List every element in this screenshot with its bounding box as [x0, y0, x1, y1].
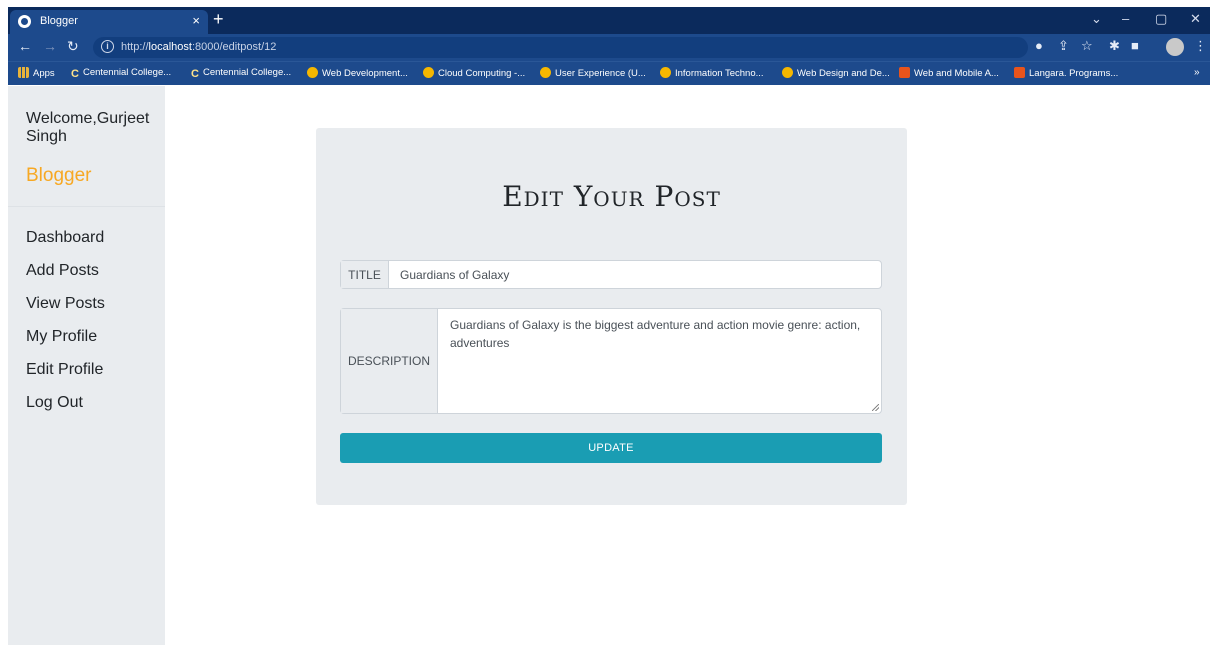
tab-strip: Blogger × + ⌄ – ▢ ✕ [8, 7, 1210, 34]
brand-link[interactable]: Blogger [26, 165, 92, 187]
profile-avatar-icon[interactable] [1166, 38, 1184, 56]
langara-icon [899, 67, 910, 78]
url-host: localhost [148, 41, 192, 53]
title-label: TITLE [341, 261, 389, 288]
site-info-icon[interactable]: i [101, 40, 114, 53]
browser-tab[interactable]: Blogger × [10, 10, 208, 34]
centennial-icon: C [191, 68, 199, 80]
d2l-icon [307, 67, 318, 78]
back-icon[interactable]: ← [18, 38, 32, 54]
extensions-icon[interactable]: ✱ [1109, 38, 1120, 54]
d2l-icon [660, 67, 671, 78]
menu-icon[interactable]: ⋮ [1194, 38, 1207, 54]
d2l-icon [540, 67, 551, 78]
sidebar-item-add-posts[interactable]: Add Posts [26, 258, 105, 291]
centennial-icon: C [71, 68, 79, 80]
side-panel-icon[interactable]: ■ [1131, 38, 1139, 53]
url-text[interactable]: http://localhost:8000/editpost/12 [121, 41, 276, 53]
sidebar-item-edit-profile[interactable]: Edit Profile [26, 357, 105, 390]
description-label: DESCRIPTION [341, 309, 438, 413]
bookmark-item[interactable]: Information Techno... [660, 67, 764, 79]
resize-handle-icon[interactable] [872, 404, 879, 411]
tab-title: Blogger [40, 15, 78, 27]
langara-icon [1014, 67, 1025, 78]
new-tab-icon[interactable]: + [213, 9, 224, 30]
d2l-icon [782, 67, 793, 78]
close-window-icon[interactable]: ✕ [1190, 11, 1201, 27]
title-input[interactable]: Guardians of Galaxy [389, 261, 509, 288]
forward-icon[interactable]: → [43, 38, 57, 54]
sidebar-item-my-profile[interactable]: My Profile [26, 324, 105, 357]
bookmark-item[interactable]: Web Design and De... [782, 67, 890, 79]
blogger-favicon-icon [18, 15, 31, 28]
bookmark-item[interactable]: Web Development... [307, 67, 408, 79]
bookmark-item[interactable]: C Centennial College... [71, 67, 171, 80]
edit-post-card: Edit Your Post TITLE Guardians of Galaxy… [316, 128, 907, 505]
sidebar-item-dashboard[interactable]: Dashboard [26, 225, 105, 258]
tab-search-icon[interactable]: ⌄ [1091, 11, 1102, 27]
bookmark-apps[interactable]: Apps [18, 67, 55, 79]
sidebar: Welcome,Gurjeet Singh Blogger Dashboard … [8, 86, 165, 645]
title-input-group: TITLE Guardians of Galaxy [340, 260, 882, 289]
sidebar-item-view-posts[interactable]: View Posts [26, 291, 105, 324]
sidebar-divider [8, 206, 165, 207]
sidebar-nav: Dashboard Add Posts View Posts My Profil… [26, 225, 105, 423]
google-icon[interactable]: ● [1035, 38, 1043, 53]
bookmark-star-icon[interactable]: ☆ [1081, 38, 1093, 54]
bookmark-item[interactable]: C Centennial College... [191, 67, 291, 80]
more-bookmarks-icon[interactable]: » [1194, 67, 1200, 78]
screenshot-frame: Blogger × + ⌄ – ▢ ✕ ← → ↻ i http://local… [8, 7, 1210, 645]
bookmark-item[interactable]: Langara. Programs... [1014, 67, 1118, 79]
apps-icon [18, 67, 29, 78]
address-bar[interactable]: i http://localhost:8000/editpost/12 [93, 37, 1028, 58]
update-button[interactable]: UPDATE [340, 433, 882, 463]
description-text: Guardians of Galaxy is the biggest adven… [450, 318, 861, 350]
bookmark-item[interactable]: Cloud Computing -... [423, 67, 525, 79]
description-textarea[interactable]: Guardians of Galaxy is the biggest adven… [438, 309, 881, 413]
welcome-text: Welcome,Gurjeet Singh [26, 110, 150, 145]
bookmark-item[interactable]: User Experience (U... [540, 67, 646, 79]
minimize-icon[interactable]: – [1122, 11, 1129, 26]
sidebar-item-log-out[interactable]: Log Out [26, 390, 105, 423]
reload-icon[interactable]: ↻ [67, 38, 79, 55]
description-input-group: DESCRIPTION Guardians of Galaxy is the b… [340, 308, 882, 414]
browser-toolbar: ← → ↻ i http://localhost:8000/editpost/1… [8, 34, 1210, 61]
close-tab-icon[interactable]: × [192, 13, 200, 28]
page-title: Edit Your Post [502, 180, 721, 213]
d2l-icon [423, 67, 434, 78]
restore-icon[interactable]: ▢ [1155, 11, 1167, 27]
bookmarks-bar: Apps C Centennial College... C Centennial … [8, 61, 1210, 85]
share-icon[interactable]: ⇪ [1058, 38, 1069, 54]
bookmark-item[interactable]: Web and Mobile A... [899, 67, 999, 79]
